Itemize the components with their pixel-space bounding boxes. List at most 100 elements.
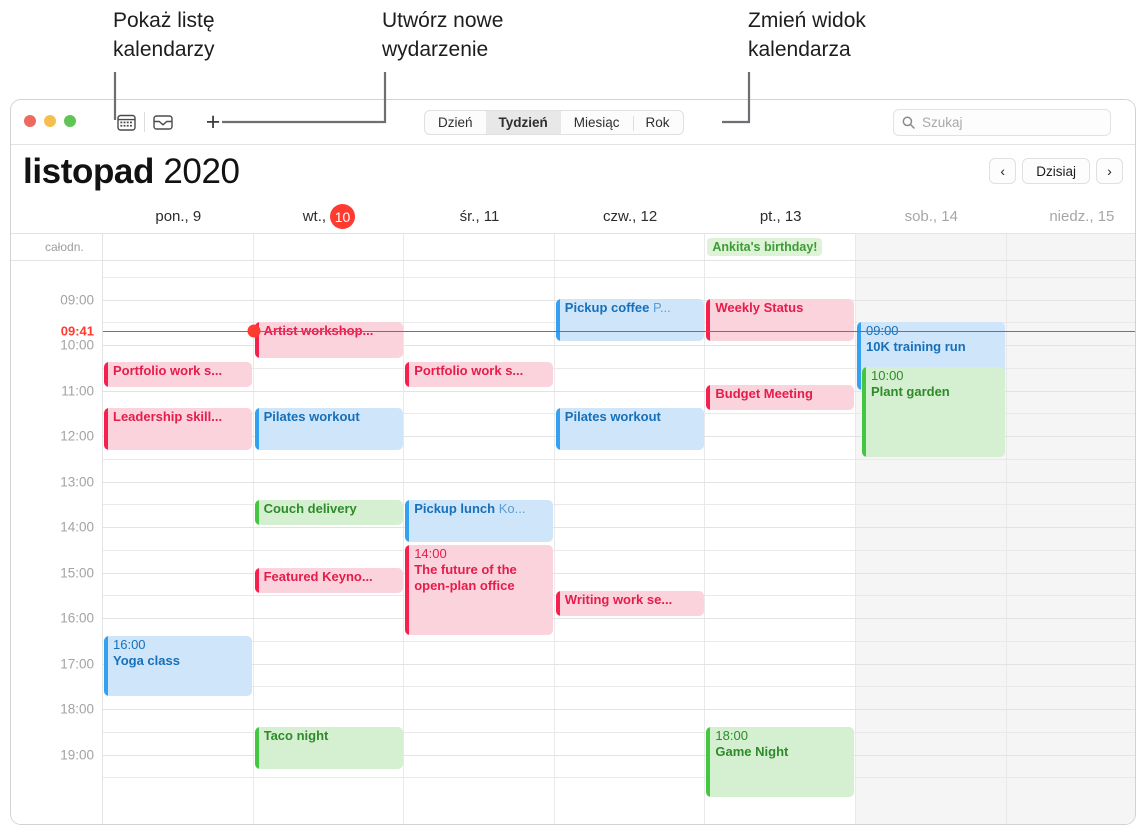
calendar-event[interactable]: Taco night	[254, 727, 403, 769]
view-segmented-control[interactable]: Dzień Tydzień Miesiąc Rok	[424, 110, 684, 135]
event-subtitle: Ko...	[495, 501, 526, 516]
all-day-event[interactable]: Ankita's birthday!	[707, 238, 823, 256]
all-day-cell-fri[interactable]: Ankita's birthday!	[705, 234, 856, 260]
hour-gridline	[103, 527, 1135, 528]
all-day-cell-sun[interactable]	[1006, 234, 1135, 260]
day-header-label: pon., 9	[155, 208, 202, 225]
maximize-button[interactable]	[64, 115, 76, 127]
calendar-event[interactable]: Portfolio work s...	[104, 362, 252, 387]
event-title: Writing work se...	[564, 592, 673, 607]
today-daynum-badge: 10	[330, 204, 356, 229]
event-title: Plant garden	[871, 384, 950, 399]
event-color-bar	[857, 322, 861, 390]
event-title: Featured Keyno...	[263, 569, 373, 584]
event-time: 18:00	[715, 728, 748, 743]
day-header-label: pt., 13	[759, 208, 802, 225]
event-title: 10K training run	[866, 339, 966, 354]
all-day-cell-wed[interactable]	[404, 234, 555, 260]
calendar-event[interactable]: Budget Meeting	[706, 385, 855, 410]
calendar-event[interactable]: 14:00 The future of the open-plan office	[405, 545, 554, 635]
callout-text-create-event: Utwórz nowe wydarzenie	[382, 9, 504, 61]
hour-label: 11:00	[61, 383, 94, 398]
close-button[interactable]	[24, 115, 36, 127]
all-day-row: całodn. Ankita's birthday!	[11, 233, 1135, 261]
half-hour-gridline	[103, 640, 1135, 642]
search-field[interactable]: Szukaj	[893, 109, 1111, 136]
view-tab-year[interactable]: Rok	[632, 111, 683, 134]
event-color-bar	[104, 636, 108, 696]
calendar-event[interactable]: Pilates workout	[254, 408, 403, 450]
half-hour-gridline	[103, 276, 1135, 278]
previous-week-button[interactable]: ‹	[989, 158, 1017, 184]
event-color-bar	[706, 727, 711, 797]
search-icon	[902, 116, 915, 129]
next-week-button[interactable]: ›	[1096, 158, 1123, 184]
search-placeholder: Szukaj	[922, 115, 963, 130]
calendar-event[interactable]: Weekly Status	[706, 299, 855, 341]
calendar-event[interactable]: Featured Keyno...	[254, 568, 403, 593]
hour-gridline	[103, 663, 1135, 665]
inbox-button[interactable]	[151, 111, 175, 133]
hour-gridline	[103, 618, 1135, 619]
all-day-cell-tue[interactable]	[254, 234, 405, 260]
calendar-event[interactable]: 18:00 Game Night	[706, 727, 855, 797]
day-header-label: czw., 12	[602, 208, 658, 225]
calendar-event[interactable]: Leadership skill...	[104, 408, 252, 450]
day-header-wed[interactable]: śr., 11	[404, 200, 555, 233]
hour-label: 14:00	[60, 519, 94, 535]
calendar-list-button[interactable]	[114, 111, 138, 133]
day-header-thu[interactable]: czw., 12	[555, 200, 706, 233]
page-title: listopad 2020	[23, 151, 240, 193]
toolbar-divider	[144, 112, 145, 132]
event-color-bar	[555, 591, 560, 616]
event-title: Taco night	[263, 728, 329, 743]
current-time-label: 09:41	[57, 323, 94, 339]
calendar-event[interactable]: 16:00 Yoga class	[104, 636, 252, 696]
event-color-bar	[555, 299, 560, 341]
calendar-event[interactable]: 10:00 Plant garden	[862, 367, 1005, 457]
event-title: Game Night	[715, 744, 789, 759]
view-tab-day[interactable]: Dzień	[425, 111, 486, 134]
calendar-event[interactable]: Pickup coffee P...	[555, 299, 704, 341]
hour-label: 17:00	[60, 656, 94, 671]
event-title: Yoga class	[113, 653, 180, 668]
all-day-label: całodn.	[11, 234, 103, 260]
event-time: 14:00	[414, 546, 447, 561]
hour-label: 16:00	[60, 610, 94, 626]
callout-text-show-calendar-list: Pokaż listę kalendarzy	[113, 9, 215, 61]
calendar-event[interactable]: Pickup lunch Ko...	[405, 500, 554, 542]
view-tab-month[interactable]: Miesiąc	[561, 111, 633, 134]
calendar-title-row: listopad 2020 ‹ Dzisiaj ›	[11, 145, 1135, 200]
calendar-event[interactable]: Portfolio work s...	[405, 362, 554, 387]
event-title: Leadership skill...	[113, 409, 223, 424]
day-header-label: wt.,	[302, 208, 327, 225]
calendar-event[interactable]: Pilates workout	[555, 408, 704, 450]
minimize-button[interactable]	[44, 115, 56, 127]
event-title: Couch delivery	[263, 501, 357, 516]
all-day-cell-sat[interactable]	[855, 234, 1007, 260]
time-grid-scroll[interactable]: Portfolio work s... Leadership skill... 16…	[11, 261, 1135, 824]
hour-gridline	[103, 481, 1135, 483]
view-tab-week[interactable]: Tydzień	[485, 111, 561, 134]
today-button[interactable]: Dzisiaj	[1022, 158, 1090, 184]
day-header-mon[interactable]: pon., 9	[103, 200, 254, 233]
calendar-event[interactable]: Couch delivery	[254, 500, 403, 525]
all-day-cell-thu[interactable]	[555, 234, 706, 260]
day-header-label: niedz., 15	[1049, 208, 1115, 225]
hour-label: 15:00	[60, 565, 94, 580]
event-color-bar	[862, 367, 866, 457]
all-day-cell-mon[interactable]	[103, 234, 254, 260]
event-title: Portfolio work s...	[113, 363, 223, 378]
day-header-sat[interactable]: sob., 14	[856, 200, 1007, 233]
half-hour-gridline	[103, 549, 1135, 551]
window-toolbar: + Dzień Tydzień Miesiąc Rok Szukaj	[11, 100, 1135, 145]
day-header-tue[interactable]: wt., 10	[254, 200, 405, 233]
day-header-fri[interactable]: pt., 13	[705, 200, 856, 233]
half-hour-gridline	[103, 686, 1135, 688]
day-header-sun[interactable]: niedz., 15	[1007, 200, 1135, 233]
event-title: Pilates workout	[263, 409, 360, 424]
calendar-event[interactable]: Writing work se...	[555, 591, 704, 616]
calendar-event[interactable]: Artist workshop...	[254, 322, 403, 358]
event-time: 16:00	[113, 637, 146, 652]
new-event-button[interactable]: +	[201, 110, 225, 135]
